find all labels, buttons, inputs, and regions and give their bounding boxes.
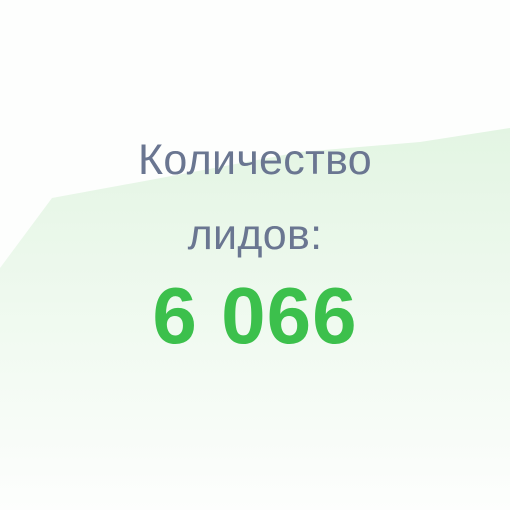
metric-label-line1: Количество (138, 136, 372, 184)
metric-label-line2: лидов: (187, 211, 323, 259)
metric-value: 6 066 (152, 271, 358, 360)
lead-count-card: Количество лидов: 6 066 (0, 0, 510, 510)
